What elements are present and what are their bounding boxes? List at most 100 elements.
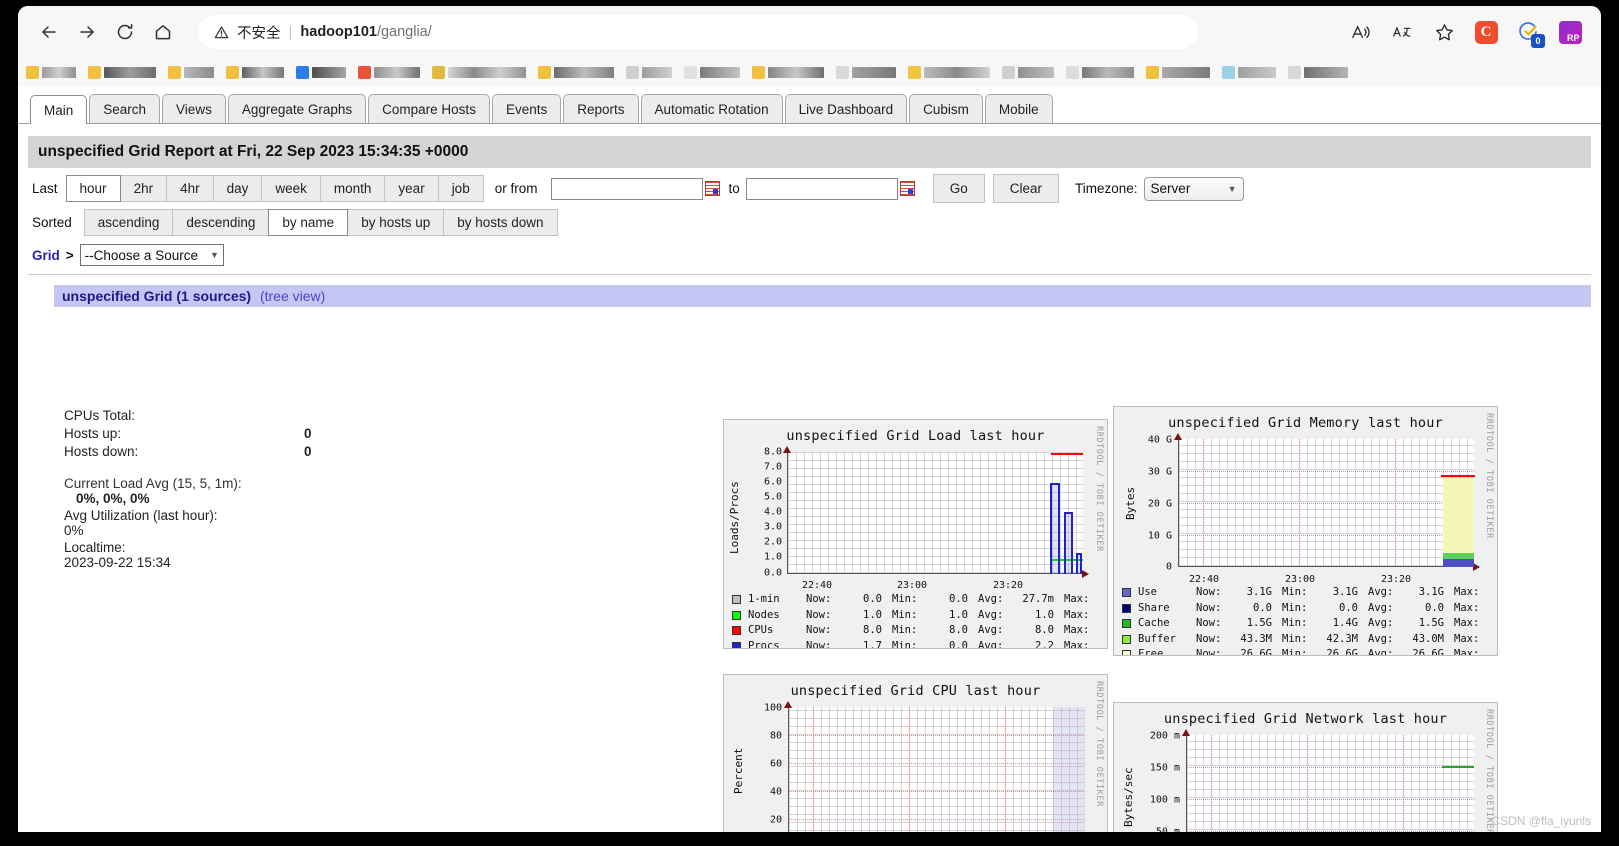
bookmark-item[interactable] [752,65,824,79]
range-hour-button[interactable]: hour [65,175,121,202]
graph-load-series-procs [1064,512,1073,574]
range-2hr-button[interactable]: 2hr [119,175,168,202]
graph-cpu-title: unspecified Grid CPU last hour [790,683,1041,699]
calendar-icon-to[interactable] [899,181,915,196]
bookmark-item[interactable] [1002,65,1054,79]
localtime-block: Localtime: 2023-09-22 15:34 [64,540,364,570]
summary-row-hosts-down: Hosts down: 0 [64,444,364,459]
range-job-button[interactable]: job [437,175,484,202]
graph-load[interactable]: unspecified Grid Load last hour RRDTOOL … [723,419,1108,649]
graph-memory-legend: Use Now: 3.1G Min: 3.1G Avg: 3.1G Max: 3… [1122,585,1497,655]
graph-memory[interactable]: unspecified Grid Memory last hour RRDTOO… [1113,406,1498,656]
address-bar[interactable]: 不安全 | hadoop101/ganglia/ [198,15,1198,49]
graph-memory-title: unspecified Grid Memory last hour [1168,415,1443,431]
bookmark-item[interactable] [296,65,346,79]
bookmark-item[interactable] [1066,65,1134,79]
extension-checklist-icon[interactable]: 0 [1513,17,1545,48]
range-month-button[interactable]: month [319,175,386,202]
legend-now-label: Now: [1196,617,1222,629]
legend-max-value: 3.1G [1488,585,1497,601]
browser-window: 不安全 | hadoop101/ganglia/ C 0 RP Main Sea… [18,6,1601,832]
home-icon[interactable] [146,15,180,49]
graph-memory-xtick: 23:20 [1380,574,1412,585]
clear-button[interactable]: Clear [992,174,1060,203]
favorite-star-icon[interactable] [1429,17,1459,47]
bookmark-item[interactable] [26,65,76,79]
avg-utilization-block: Avg Utilization (last hour): 0% [64,508,364,538]
bookmark-item[interactable] [538,65,614,79]
to-date-input[interactable] [745,177,898,200]
bookmark-item[interactable] [626,65,672,79]
bookmark-item[interactable] [358,65,420,79]
bookmark-item[interactable] [1288,65,1348,79]
from-date-input[interactable] [551,177,704,200]
graph-memory-yaxis-arrow [1174,433,1182,440]
bookmark-item[interactable] [1222,65,1276,79]
breadcrumb-grid-link[interactable]: Grid [32,248,60,263]
bookmark-item[interactable] [836,65,896,79]
tab-live-dashboard[interactable]: Live Dashboard [784,94,908,123]
legend-min-label: Min: [1282,586,1308,598]
tab-main[interactable]: Main [30,95,88,124]
tab-compare-hosts[interactable]: Compare Hosts [368,94,490,123]
graph-load-ytick: 3.0 [763,521,782,533]
tree-view-link[interactable]: (tree view) [260,288,325,304]
graph-load-ytick: 4.0 [763,506,782,518]
range-4hr-button[interactable]: 4hr [166,175,214,202]
bookmark-item[interactable] [88,65,156,79]
bookmarks-bar[interactable] [18,58,1601,86]
bookmark-item[interactable] [908,65,990,79]
forward-arrow-icon[interactable] [70,15,104,49]
graph-network[interactable]: unspecified Grid Network last hour RRDTO… [1113,702,1498,832]
tab-reports[interactable]: Reports [563,94,639,123]
tab-events[interactable]: Events [491,94,562,123]
read-aloud-icon[interactable] [1345,17,1375,47]
bookmark-item[interactable] [168,65,214,79]
bookmark-item[interactable] [226,65,284,79]
sort-ascending-button[interactable]: ascending [83,209,174,236]
range-week-button[interactable]: week [261,175,321,202]
graph-memory-series-use [1443,559,1474,567]
legend-name: CPUs [748,624,774,636]
graph-load-xtick: 23:00 [896,580,928,591]
reload-icon[interactable] [108,15,142,49]
sort-by-name-button[interactable]: by name [268,209,349,236]
sort-by-hosts-up-button[interactable]: by hosts up [347,209,445,236]
graph-load-title: unspecified Grid Load last hour [786,428,1045,444]
calendar-icon-from[interactable] [705,181,721,196]
range-year-button[interactable]: year [384,175,439,202]
legend-swatch-share [1122,603,1131,613]
go-button[interactable]: Go [932,174,985,203]
tab-search[interactable]: Search [89,94,161,123]
breadcrumb-separator: > [65,247,74,263]
graph-load-xtick: 23:20 [992,580,1024,591]
bookmark-item[interactable] [1146,65,1210,79]
legend-min-label: Min: [1282,617,1308,629]
legend-min-value: 1.0 [949,608,968,621]
tab-cubism[interactable]: Cubism [909,94,983,123]
legend-swatch-procs [732,641,741,648]
legend-now-label: Now: [806,608,832,621]
tab-views[interactable]: Views [162,94,226,123]
legend-row: Free Now: 26.6G Min: 26.6G Avg: 26.6G Ma… [1122,647,1497,655]
legend-now-label: Now: [806,624,832,636]
bookmark-item[interactable] [684,65,740,79]
sort-descending-button[interactable]: descending [172,209,270,236]
tab-automatic-rotation[interactable]: Automatic Rotation [640,94,783,123]
extension-rp-icon[interactable]: RP [1555,17,1585,47]
graph-load-ytick: 1.0 [763,551,782,563]
graph-network-ytick: 200 m [1149,730,1180,742]
tab-mobile[interactable]: Mobile [984,94,1053,123]
sort-by-hosts-down-button[interactable]: by hosts down [443,209,558,236]
bookmark-item[interactable] [432,65,526,79]
extension-c-icon[interactable]: C [1471,17,1501,47]
legend-row: CPUs Now: 8.0 Min: 8.0 Avg: 8.0 Max: 8.0 [732,623,1107,639]
graph-cpu[interactable]: unspecified Grid CPU last hour RRDTOOL /… [723,674,1108,832]
tab-aggregate-graphs[interactable]: Aggregate Graphs [227,94,367,123]
timezone-select[interactable]: Server ▼ [1143,176,1244,201]
back-arrow-icon[interactable] [32,15,66,49]
translate-icon[interactable] [1387,17,1417,47]
choose-source-select[interactable]: --Choose a Source ▼ [79,244,224,266]
legend-avg-label: Avg: [978,639,1004,649]
range-day-button[interactable]: day [212,175,263,202]
